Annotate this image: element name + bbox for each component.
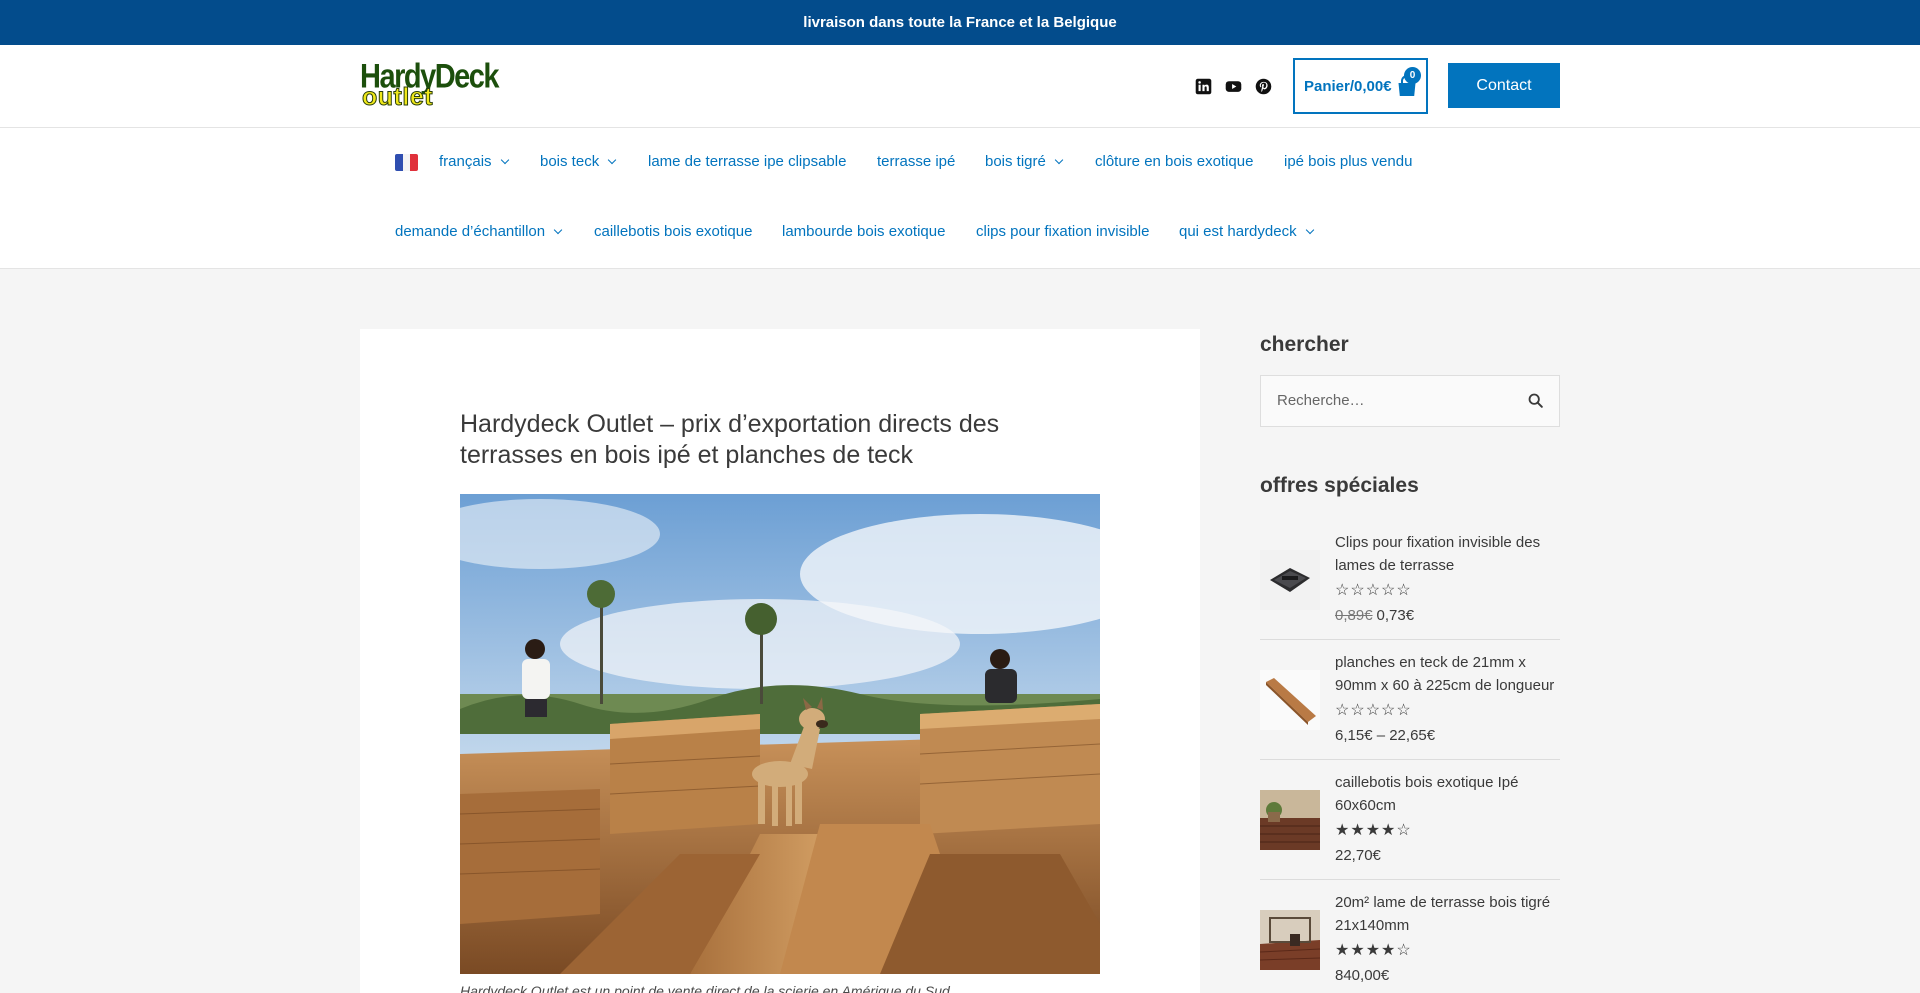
star-empty-icon: ☆ [1381, 702, 1396, 719]
star-filled-icon: ★ [1365, 942, 1381, 959]
divider [1260, 639, 1560, 640]
chevron-down-icon [607, 155, 617, 164]
chevron-down-icon [1054, 155, 1064, 164]
product-thumbnail[interactable] [1260, 790, 1320, 850]
cart-count-badge: 0 [1404, 67, 1421, 84]
site-header: HardyDeck outlet Panier/0,00€ 0 Contact [0, 45, 1920, 128]
product-name[interactable]: caillebotis bois exotique Ipé 60x60cm [1335, 771, 1560, 817]
rating-stars: ★ ★ ★ ★ ☆ [1335, 943, 1411, 959]
rating-stars: ☆ ☆ ☆ ☆ ☆ [1335, 583, 1411, 599]
chevron-down-icon [1305, 225, 1314, 234]
star-empty-icon: ☆ [1350, 702, 1365, 719]
rating-stars: ☆ ☆ ☆ ☆ ☆ [1335, 703, 1411, 719]
rating-stars: ★ ★ ★ ★ ☆ [1335, 823, 1411, 839]
product-price: 6,15€ – 22,65€ [1335, 727, 1436, 744]
special-offers-title: offres spéciales [1260, 474, 1419, 497]
product-thumbnail[interactable] [1260, 910, 1320, 970]
linkedin-icon[interactable] [1195, 78, 1212, 95]
nav-item-terrasse-ipe[interactable]: terrasse ipé [877, 153, 955, 170]
lumber-yard-photo [460, 494, 1100, 974]
nav-item-lambourde[interactable]: lambourde bois exotique [782, 223, 945, 240]
star-empty-icon: ☆ [1396, 702, 1411, 719]
announcement-bar: livraison dans toute la France et la Bel… [0, 0, 1920, 45]
announcement-text: livraison dans toute la France et la Bel… [803, 14, 1117, 31]
product-price: 22,70€ [1335, 847, 1381, 864]
article-card: Hardydeck Outlet – prix d’exportation di… [360, 329, 1200, 993]
star-filled-icon: ★ [1335, 822, 1350, 839]
chevron-down-icon [500, 155, 509, 164]
star-filled-icon: ★ [1381, 822, 1396, 839]
nav-item-demande-echantillon[interactable]: demande d’échantillon [395, 223, 563, 240]
divider [1260, 759, 1560, 760]
star-empty-icon: ☆ [1365, 702, 1381, 719]
nav-item-lame-terrasse-clipsable[interactable]: lame de terrasse ipe clipsable [648, 153, 846, 170]
star-empty-icon: ☆ [1335, 702, 1350, 719]
star-empty-icon: ☆ [1335, 582, 1350, 599]
chevron-down-icon [553, 225, 563, 234]
star-empty-icon: ☆ [1350, 582, 1365, 599]
search-input[interactable]: Recherche… [1260, 375, 1560, 427]
search-placeholder: Recherche… [1277, 392, 1365, 409]
star-filled-icon: ★ [1365, 822, 1381, 839]
search-widget-title: chercher [1260, 333, 1349, 356]
star-empty-icon: ☆ [1396, 582, 1411, 599]
star-empty-icon: ☆ [1396, 942, 1411, 959]
divider [1260, 879, 1560, 880]
nav-item-cloture[interactable]: clôture en bois exotique [1095, 153, 1253, 170]
main-navigation: français bois teck lame de terrasse ipe … [0, 128, 1920, 269]
star-empty-icon: ☆ [1365, 582, 1381, 599]
star-filled-icon: ★ [1335, 942, 1350, 959]
photo-caption: Hardydeck Outlet est un point de vente d… [460, 983, 950, 993]
star-empty-icon: ☆ [1396, 822, 1411, 839]
nav-item-qui-est-hardydeck[interactable]: qui est hardydeck [1179, 223, 1314, 240]
sale-price: 0,73€ [1376, 607, 1415, 624]
star-filled-icon: ★ [1350, 942, 1365, 959]
nav-item-ipe-plus-vendu[interactable]: ipé bois plus vendu [1284, 153, 1412, 170]
nav-item-francais[interactable]: français [439, 153, 509, 170]
nav-item-caillebotis[interactable]: caillebotis bois exotique [594, 223, 752, 240]
french-flag-icon[interactable] [395, 154, 418, 171]
product-price: 840,00€ [1335, 967, 1390, 984]
product-price: 0,89€ 0,73€ [1335, 607, 1414, 624]
site-logo[interactable]: HardyDeck outlet [360, 58, 500, 112]
pinterest-icon[interactable] [1255, 78, 1272, 95]
nav-item-bois-tigre[interactable]: bois tigré [985, 153, 1064, 170]
product-name[interactable]: planches en teck de 21mm x 90mm x 60 à 2… [1335, 651, 1560, 697]
product-thumbnail[interactable] [1260, 670, 1320, 730]
star-filled-icon: ★ [1350, 822, 1365, 839]
product-name[interactable]: Clips pour fixation invisible des lames … [1335, 531, 1560, 577]
contact-button-label: Contact [1476, 76, 1532, 94]
star-filled-icon: ★ [1381, 942, 1396, 959]
product-name[interactable]: 20m² lame de terrasse bois tigré 21x140m… [1335, 891, 1560, 937]
star-empty-icon: ☆ [1381, 582, 1396, 599]
product-thumbnail[interactable] [1260, 550, 1320, 610]
youtube-icon[interactable] [1225, 78, 1242, 95]
nav-item-clips-fixation[interactable]: clips pour fixation invisible [976, 223, 1149, 240]
old-price: 0,89€ [1335, 607, 1373, 624]
page-title: Hardydeck Outlet – prix d’exportation di… [460, 410, 1000, 469]
search-icon[interactable] [1527, 392, 1545, 410]
cart-label: Panier/0,00€ [1304, 77, 1392, 95]
cart-button[interactable]: Panier/0,00€ 0 [1293, 58, 1428, 114]
nav-item-bois-teck[interactable]: bois teck [540, 153, 617, 170]
logo-text-sub: outlet [361, 83, 434, 112]
contact-button[interactable]: Contact [1448, 63, 1560, 108]
